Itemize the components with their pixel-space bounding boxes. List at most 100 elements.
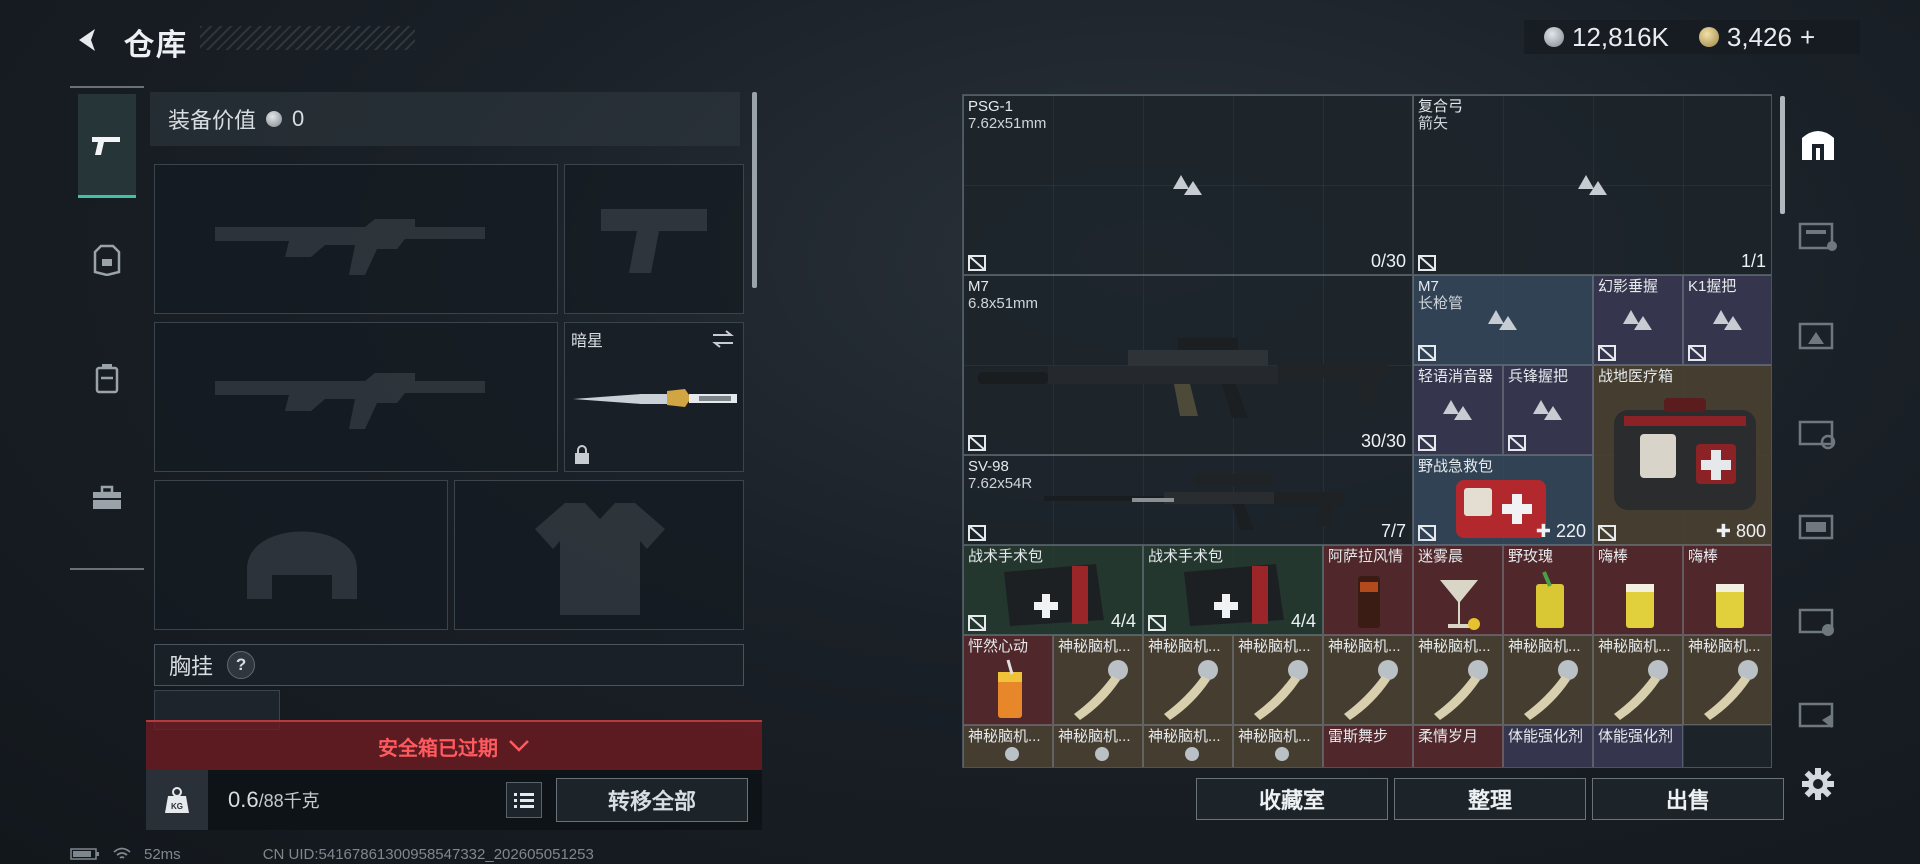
list-view-button[interactable] [506,782,542,818]
tab-iv-2[interactable] [1790,592,1846,648]
inventory-item[interactable]: M7 长枪管 [1413,275,1593,365]
empty-slot-marker-icon [1623,310,1652,330]
inventory-item[interactable]: 野玫瑰 [1503,545,1593,635]
inventory-item[interactable]: 神秘脑机... [1053,635,1143,725]
silver-coin-icon [1544,27,1564,47]
rail-item-backpack[interactable] [78,326,136,430]
tag-icon [968,525,986,541]
item-name: 神秘脑机... [1508,638,1581,655]
tab-warehouse[interactable] [1790,116,1846,172]
item-count: 4/4 [1110,611,1136,631]
item-subtitle: 长枪管 [1418,295,1464,312]
inventory-grid: PSG-1 7.62x51mm 0/30 复合弓 箭矢 1/1 M7 6.8x5… [962,94,1772,768]
empty-slot-marker-icon [1173,175,1202,195]
inventory-item[interactable]: 神秘脑机... [1323,635,1413,725]
inventory-item[interactable]: 怦然心动 [963,635,1053,725]
gold-balance: 3,426 [1726,21,1792,52]
tab-gii[interactable] [1790,308,1846,364]
brain-chip-icon [1704,660,1758,720]
item-name: 神秘脑机... [1238,728,1311,745]
inventory-item[interactable]: 轻语消音器 [1413,365,1503,455]
helmet-slot[interactable] [154,480,448,630]
help-button[interactable]: ? [227,651,256,679]
inventory-item[interactable]: 战术手术包 4/4 [1143,545,1323,635]
item-name: M7 [1418,278,1439,295]
item-name: 神秘脑机... [1238,638,1311,655]
inventory-item[interactable]: 神秘脑机... [1683,635,1771,725]
inventory-item[interactable]: 嗨棒 [1683,545,1771,635]
inventory-item[interactable]: SV-98 7.62x54R 7/7 [963,455,1413,545]
inventory-item[interactable]: 神秘脑机... [1143,635,1233,725]
equipment-value: 0 [292,106,305,131]
inventory-item[interactable]: 战术手术包 4/4 [963,545,1143,635]
inventory-item[interactable]: 神秘脑机... [1593,635,1683,725]
inventory-item[interactable]: 神秘脑机... [1503,635,1593,725]
tab-iii[interactable] [1790,686,1846,742]
inventory-item[interactable]: 幻影垂握 [1593,275,1683,365]
backpack-icon [95,364,119,394]
rail-item-armor[interactable] [78,208,136,312]
inventory-item[interactable]: PSG-1 7.62x51mm 0/30 [963,95,1413,275]
highball-glass-icon [1626,584,1654,628]
item-subtitle: 7.62x54R [968,475,1033,492]
rail-item-toolbox[interactable] [78,446,136,550]
inventory-scrollbar[interactable] [1780,96,1785,214]
inventory-item[interactable]: 神秘脑机... [1053,725,1143,767]
item-count: 30/30 [1360,431,1406,451]
item-name: 神秘脑机... [1148,728,1221,745]
tag-icon [1688,345,1706,361]
item-name: 神秘脑机... [1148,638,1221,655]
item-name: 迷雾晨 [1418,548,1464,565]
inventory-item[interactable]: 神秘脑机... [1233,725,1323,767]
inventory-item[interactable]: 兵锋握把 [1503,365,1593,455]
loadout-scrollbar[interactable] [752,92,757,288]
body-armor-slot[interactable] [454,480,744,630]
swap-icon[interactable] [711,329,735,349]
primary-weapon-slot-2[interactable] [154,322,558,472]
add-currency-button[interactable]: + [1800,22,1815,53]
transfer-all-button[interactable]: 转移全部 [556,778,748,822]
inventory-item[interactable]: 神秘脑机... [1413,635,1503,725]
collection-room-button[interactable]: 收藏室 [1196,778,1388,820]
inventory-item[interactable]: 迷雾晨 [1413,545,1503,635]
m7-rifle-icon [978,338,1388,418]
inventory-item[interactable]: 阿萨拉风情 [1323,545,1413,635]
tab-gti[interactable] [1790,208,1846,264]
settings-button[interactable] [1796,762,1840,806]
inventory-item[interactable]: 神秘脑机... [963,725,1053,767]
inventory-item[interactable]: 雷斯舞步 [1323,725,1413,767]
inventory-item[interactable]: M7 6.8x51mm 30/30 [963,275,1413,455]
lemonade-glass-icon [1536,571,1564,628]
helmet-silhouette-icon [247,531,357,599]
surgical-kit-icon [1184,564,1284,626]
pistol-slot[interactable] [564,164,744,314]
inventory-item[interactable]: 柔情岁月 [1413,725,1503,767]
tab-iv[interactable] [1790,498,1846,554]
pistol-icon [92,136,120,155]
inventory-item[interactable]: 战地医疗箱 ✚ 800 [1593,365,1771,545]
inventory-item[interactable]: 复合弓 箭矢 1/1 [1413,95,1771,275]
sell-button[interactable]: 出售 [1592,778,1784,820]
inventory-item[interactable]: 神秘脑机... [1233,635,1323,725]
gti-tab-icon [1798,222,1837,251]
rail-item-weapons[interactable] [78,94,136,198]
safe-box-expired-banner[interactable]: 安全箱已过期 [146,720,762,770]
inventory-item[interactable]: 神秘脑机... [1143,725,1233,767]
melee-slot[interactable]: 暗星 [564,322,744,472]
sort-button[interactable]: 整理 [1394,778,1586,820]
inventory-item[interactable]: 体能强化剂 [1593,725,1683,767]
heal-prefix: ✚ [1715,521,1731,541]
tab-v[interactable] [1790,404,1846,460]
martini-glass-icon [1440,580,1480,630]
weight-icon-box: KG [146,770,208,830]
primary-weapon-slot-1[interactable] [154,164,558,314]
item-name: 神秘脑机... [968,728,1041,745]
back-button[interactable] [68,20,108,60]
inventory-item[interactable]: K1握把 [1683,275,1771,365]
inventory-item[interactable]: 嗨棒 [1593,545,1683,635]
latency: 52ms [144,845,181,863]
empty-slot-marker-icon [1533,400,1562,420]
inventory-item[interactable]: 体能强化剂 [1503,725,1593,767]
iv-tab-2-icon [1798,608,1834,636]
inventory-item[interactable]: 野战急救包 ✚ 220 [1413,455,1593,545]
